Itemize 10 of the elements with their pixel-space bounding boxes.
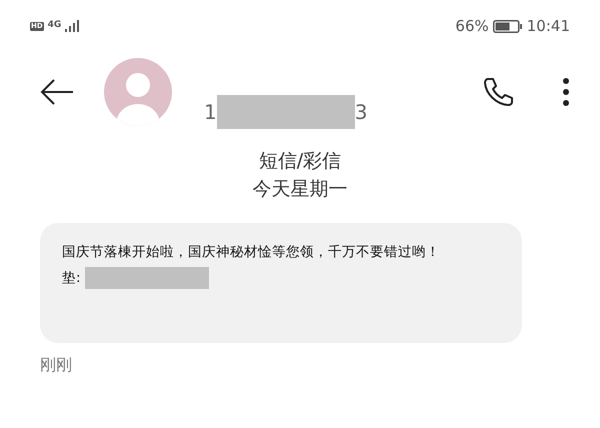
phone-number: 3	[354, 98, 368, 126]
date-label: 今天星期一	[252, 177, 348, 202]
conversation-type: 短信/彩信	[258, 149, 342, 174]
message-text: 国庆节落棟开始啦，国庆神秘材惍等您领，千万不要错过哟！	[62, 244, 440, 260]
message-time: 刚刚	[40, 354, 73, 376]
clock: 10:41	[526, 16, 570, 37]
network-type: 4G	[48, 19, 62, 32]
message-text: 垫:	[62, 269, 81, 288]
battery-percent: 66%	[455, 16, 489, 37]
phone-number: 1	[204, 98, 217, 126]
